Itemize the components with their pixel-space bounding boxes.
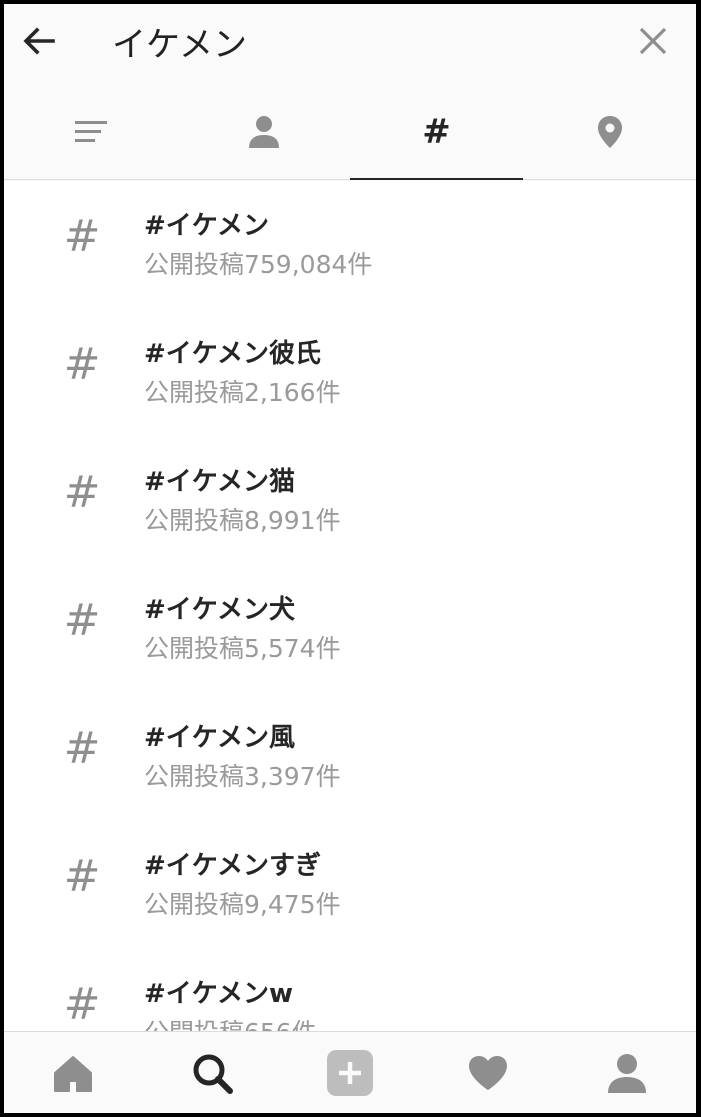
location-pin-icon	[597, 115, 622, 148]
close-icon	[639, 27, 667, 55]
search-input[interactable]	[112, 16, 612, 66]
hashtag-icon: #	[63, 595, 101, 646]
hashtag-icon: #	[63, 467, 101, 518]
hashtag-name: #イケメン彼氏	[144, 339, 322, 369]
top-list-icon	[74, 120, 107, 142]
tab-tags[interactable]: #	[350, 84, 523, 180]
hashtag-icon: #	[422, 111, 451, 152]
post-count: 公開投稿2,166件	[144, 378, 341, 407]
tab-top[interactable]	[4, 84, 177, 179]
hashtag-icon: #	[63, 211, 101, 262]
hashtag-result-row[interactable]: # #イケメン猫公開投稿8,991件	[4, 437, 696, 565]
post-count: 公開投稿5,574件	[144, 634, 341, 663]
person-icon	[248, 115, 279, 148]
clear-search-button[interactable]	[630, 18, 676, 64]
profile-icon	[607, 1053, 646, 1093]
tab-people[interactable]	[177, 84, 350, 179]
hashtag-result-row[interactable]: # #イケメン公開投稿759,084件	[4, 181, 696, 309]
add-post-icon	[327, 1049, 374, 1096]
back-button[interactable]	[16, 18, 62, 64]
nav-search[interactable]	[142, 1032, 280, 1113]
hashtag-icon: #	[63, 979, 101, 1030]
nav-profile[interactable]	[558, 1032, 696, 1113]
app-screen: # ##イケメン公開投稿759,084件##イケメン彼氏公開投稿2,166件##…	[4, 4, 696, 1113]
hashtag-result-row[interactable]: # #イケメンすぎ 公開投稿9,475件	[4, 821, 696, 949]
hashtag-icon: #	[63, 339, 101, 390]
hashtag-result-row[interactable]: # #イケメン彼氏 公開投稿2,166件	[4, 309, 696, 437]
post-count: 公開投稿656件	[144, 1013, 317, 1031]
heart-icon	[469, 1055, 508, 1090]
tab-places[interactable]	[523, 84, 696, 179]
hashtag-icon: #	[63, 851, 101, 902]
hashtag-name: #イケメン	[144, 211, 270, 241]
nav-activity[interactable]	[419, 1032, 557, 1113]
search-tabs: #	[4, 84, 696, 180]
post-count: 公開投稿9,475件	[144, 890, 341, 919]
search-results-list: # #イケメン公開投稿759,084件 # #イケメン彼氏 公開投稿2,166件 # #イケ…	[4, 181, 696, 1031]
search-header	[4, 4, 696, 84]
hashtag-result-row[interactable]: # #イケメン風公開投稿3,397件	[4, 693, 696, 821]
nav-add-post[interactable]	[281, 1032, 419, 1113]
hashtag-result-row[interactable]: # #イケメン犬公開投稿5,574件	[4, 565, 696, 693]
bottom-navigation	[4, 1031, 696, 1113]
arrow-left-icon	[23, 27, 55, 55]
post-count: 公開投稿759,084件	[144, 250, 373, 279]
hashtag-name: #イケメンw	[144, 979, 294, 1009]
post-count: 公開投稿8,991件	[144, 506, 341, 535]
hashtag-icon: #	[63, 723, 101, 774]
nav-home[interactable]	[4, 1032, 142, 1113]
post-count: 公開投稿3,397件	[144, 762, 341, 791]
hashtag-name: #イケメン猫	[144, 467, 296, 497]
search-icon	[193, 1054, 233, 1094]
hashtag-name: #イケメン犬	[144, 595, 296, 625]
hashtag-name: #イケメンすぎ	[144, 851, 322, 881]
home-icon	[54, 1055, 93, 1092]
hashtag-result-row[interactable]: # #イケメンw 公開投稿656件	[4, 949, 696, 1031]
hashtag-name: #イケメン風	[144, 723, 296, 753]
